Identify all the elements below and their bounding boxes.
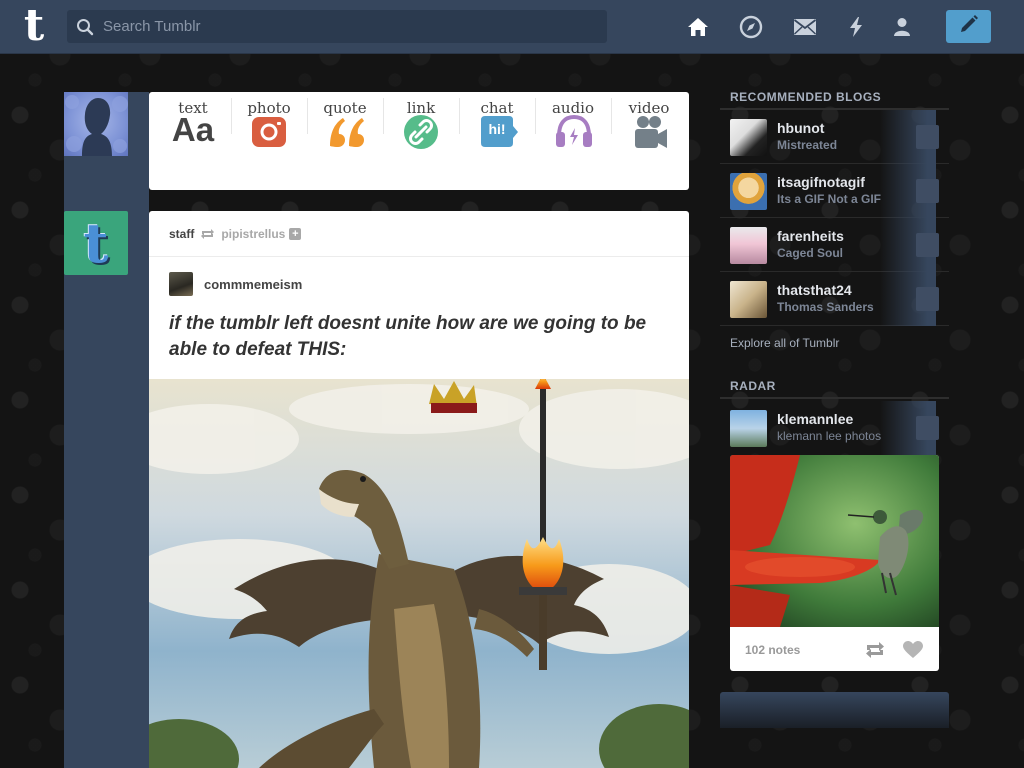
- post-type-chat[interactable]: chat hi!: [459, 92, 535, 162]
- search-input[interactable]: [103, 10, 607, 43]
- blog-name[interactable]: klemannlee: [777, 411, 853, 427]
- dashboard-rail: [64, 92, 149, 768]
- reblog-icon[interactable]: [864, 639, 886, 661]
- top-bar: t: [0, 0, 1024, 54]
- blog-description: Its a GIF Not a GIF: [777, 192, 882, 206]
- explore-icon[interactable]: [733, 10, 769, 44]
- radar-post: 102 notes: [730, 455, 939, 671]
- post-source-link[interactable]: pipistrellus: [221, 227, 285, 241]
- post-type-video[interactable]: video: [611, 92, 687, 162]
- post-type-quote-label: quote: [323, 99, 367, 117]
- staff-avatar[interactable]: t: [64, 211, 128, 275]
- recommended-blog-item[interactable]: itsagifnotagif Its a GIF Not a GIF: [720, 164, 949, 218]
- post-type-photo[interactable]: photo: [231, 92, 307, 162]
- mail-icon[interactable]: [787, 10, 823, 44]
- blog-name[interactable]: thatsthat24: [777, 282, 852, 298]
- blog-name[interactable]: hbunot: [777, 120, 824, 136]
- follow-button[interactable]: [916, 287, 939, 311]
- follow-plus-icon[interactable]: +: [289, 227, 302, 240]
- blog-avatar[interactable]: [730, 119, 767, 156]
- radar-title: RADAR: [730, 379, 776, 393]
- post-type-chat-label: chat: [480, 99, 514, 117]
- post-image[interactable]: [149, 374, 689, 768]
- radar-blog-item[interactable]: klemannlee klemann lee photos: [720, 401, 949, 455]
- link-icon: [403, 114, 439, 149]
- like-heart-icon[interactable]: [902, 639, 924, 661]
- follow-button[interactable]: [916, 179, 939, 203]
- video-camera-icon: [631, 114, 667, 148]
- search-icon: [67, 10, 103, 43]
- blog-description: klemann lee photos: [777, 429, 882, 443]
- account-icon[interactable]: [884, 10, 920, 44]
- tumblr-logo[interactable]: t: [15, 4, 53, 48]
- blog-name[interactable]: itsagifnotagif: [777, 174, 865, 190]
- home-icon[interactable]: [680, 10, 716, 44]
- post-type-quote[interactable]: quote: [307, 92, 383, 162]
- pencil-icon: [958, 13, 980, 40]
- post-type-audio[interactable]: audio: [535, 92, 611, 162]
- divider: [720, 397, 949, 399]
- blog-name[interactable]: farenheits: [777, 228, 844, 244]
- post-type-picker: text Aa photo quote link chat hi! audio: [149, 92, 689, 190]
- user-avatar[interactable]: [64, 92, 128, 156]
- post-header: staff pipistrellus +: [149, 211, 689, 257]
- post-type-text[interactable]: text Aa: [155, 92, 231, 162]
- follow-button[interactable]: [916, 233, 939, 257]
- notes-count[interactable]: 102 notes: [745, 643, 800, 657]
- camera-icon: [251, 114, 287, 148]
- post-author-link[interactable]: staff: [169, 227, 194, 241]
- reblog-icon: [200, 228, 215, 240]
- blog-avatar[interactable]: [730, 410, 767, 447]
- blog-description: Caged Soul: [777, 246, 844, 260]
- compose-button[interactable]: [946, 10, 991, 43]
- post-type-photo-label: photo: [247, 99, 291, 117]
- radar-photo[interactable]: [730, 455, 939, 627]
- reblogger-avatar[interactable]: [169, 272, 193, 296]
- blog-avatar[interactable]: [730, 227, 767, 264]
- explore-link[interactable]: Explore all of Tumblr: [730, 336, 839, 350]
- post-type-video-label: video: [628, 99, 670, 117]
- dashboard-post: staff pipistrellus + commmemeism if the …: [149, 211, 689, 768]
- recommended-blog-item[interactable]: farenheits Caged Soul: [720, 218, 949, 272]
- search-box[interactable]: [67, 10, 607, 43]
- blog-description: Thomas Sanders: [777, 300, 874, 314]
- post-type-link[interactable]: link: [383, 92, 459, 162]
- follow-button[interactable]: [916, 125, 939, 149]
- recommended-blog-item[interactable]: thatsthat24 Thomas Sanders: [720, 272, 949, 326]
- headphones-icon: [555, 114, 592, 148]
- reblog-trail-item: commmemeism: [169, 272, 302, 296]
- radar-footer: 102 notes: [730, 627, 939, 671]
- post-type-audio-label: audio: [551, 99, 595, 117]
- text-icon: Aa: [171, 111, 215, 148]
- blog-description: Mistreated: [777, 138, 838, 152]
- staff-avatar-logo: t: [83, 211, 109, 275]
- post-type-link-label: link: [406, 99, 436, 117]
- recommended-blogs-title: RECOMMENDED BLOGS: [730, 90, 882, 104]
- activity-icon[interactable]: [838, 10, 874, 44]
- chat-icon: hi!: [479, 114, 518, 148]
- chat-icon-glyph: hi!: [488, 121, 506, 137]
- post-body-text: if the tumblr left doesnt unite how are …: [169, 313, 647, 360]
- sidebar-footer-panel: [720, 692, 949, 728]
- blog-avatar[interactable]: [730, 173, 767, 210]
- reblogger-name[interactable]: commmemeism: [204, 277, 302, 292]
- blog-avatar[interactable]: [730, 281, 767, 318]
- follow-button[interactable]: [916, 416, 939, 440]
- recommended-blog-item[interactable]: hbunot Mistreated: [720, 110, 949, 164]
- quote-icon: [327, 114, 364, 148]
